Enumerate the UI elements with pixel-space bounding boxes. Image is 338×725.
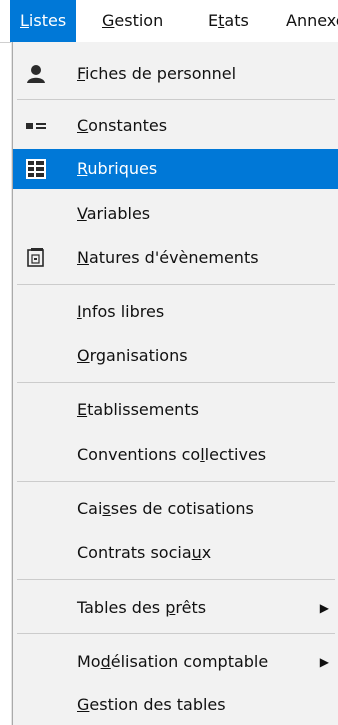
menu-item-infos-libres[interactable]: Infos libres [13,292,338,332]
menu-separator [17,284,335,285]
menu-gestion[interactable]: Gestion [92,0,173,42]
menu-item-natures-d-evenements[interactable]: Natures d'évènements [13,238,338,278]
menu-item-modelisation-comptable[interactable]: Modélisation comptable ▶ [13,642,338,682]
menu-separator [17,633,335,634]
listes-dropdown-menu: Fiches de personnel Constantes Rubriques… [12,42,338,725]
menu-item-variables[interactable]: Variables [13,194,338,234]
menu-item-label: Caisses de cotisations [77,499,254,518]
menu-item-contrats-sociaux[interactable]: Contrats sociaux [13,533,338,573]
menu-annexes[interactable]: Annexes [276,0,338,42]
menu-item-conventions-collectives[interactable]: Conventions collectives [13,435,338,475]
menu-separator [17,382,335,383]
menu-item-label: Contrats sociaux [77,543,212,562]
constants-icon [25,115,47,137]
menu-item-label: Modélisation comptable [77,652,269,671]
menu-item-etablissements[interactable]: Etablissements [13,390,338,430]
menu-listes-rest: istes [28,11,67,30]
menu-item-label: Conventions collectives [77,445,267,464]
menu-item-tables-des-prets[interactable]: Tables des prêts ▶ [13,588,338,628]
calendar-icon [25,247,47,269]
menu-item-label: Rubriques [77,159,158,178]
menu-listes-underlined: L [20,11,29,30]
list-icon [25,158,47,180]
menu-listes[interactable]: Listes [10,0,77,42]
menu-item-caisses-de-cotisations[interactable]: Caisses de cotisations [13,489,338,529]
menu-item-label: Variables [77,204,151,223]
menu-item-gestion-des-tables[interactable]: Gestion des tables [13,685,338,725]
menu-separator [17,99,335,100]
menu-item-label: Infos libres [77,302,165,321]
menu-item-label: Tables des prêts [77,598,207,617]
menu-item-label: Gestion des tables [77,695,226,714]
menu-item-label: Organisations [77,346,188,365]
menu-annexes-label: Annexes [286,11,338,30]
menu-item-label: Fiches de personnel [77,64,237,83]
menu-bar: Listes Gestion Etats Annexes [0,0,338,43]
menu-item-label: Constantes [77,116,168,135]
menu-etats[interactable]: Etats [198,0,259,42]
menu-item-organisations[interactable]: Organisations [13,336,338,376]
submenu-arrow-icon: ▶ [319,601,329,615]
menu-separator [17,481,335,482]
menu-item-label: Natures d'évènements [77,248,259,267]
menu-etats-prefix: E [208,11,219,30]
menu-gestion-rest: estion [114,11,164,30]
menu-separator [17,579,335,580]
menu-item-label: Etablissements [77,400,199,419]
submenu-arrow-icon: ▶ [319,655,329,669]
menu-item-fiches-de-personnel[interactable]: Fiches de personnel [13,54,338,94]
menu-gestion-underlined: G [102,11,115,30]
person-icon [25,63,47,85]
menu-item-constantes[interactable]: Constantes [13,106,338,146]
menu-item-rubriques[interactable]: Rubriques [13,149,338,189]
menu-etats-rest: ats [224,11,249,30]
